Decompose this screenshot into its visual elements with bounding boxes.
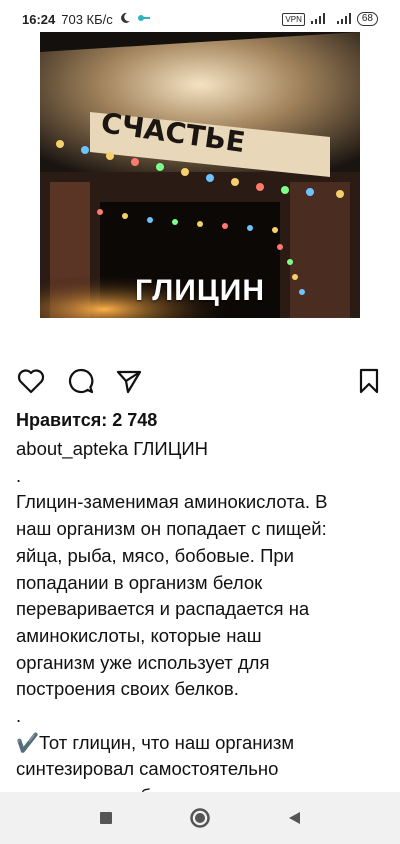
battery-indicator: 68 xyxy=(356,12,378,26)
triangle-icon[interactable] xyxy=(282,806,306,830)
signal-4g-icon xyxy=(333,12,351,27)
caption-line: . xyxy=(16,464,22,486)
post-caption: about_apteka ГЛИЦИН . Глицин-заменимая а… xyxy=(16,436,386,810)
username-link[interactable]: about_apteka xyxy=(16,438,128,459)
signal-icon xyxy=(310,12,327,27)
caption-header: about_apteka ГЛИЦИН xyxy=(16,436,386,463)
bookmark-icon[interactable] xyxy=(354,366,384,396)
send-icon[interactable] xyxy=(114,366,144,396)
comment-icon[interactable] xyxy=(66,366,96,396)
caption-line: аминокислоты, которые наш xyxy=(16,624,262,646)
caption-line: . xyxy=(16,705,22,727)
heart-icon[interactable] xyxy=(16,366,46,396)
caption-line: синтезировал самостоятельно xyxy=(16,758,279,780)
network-speed: 703 КБ/с xyxy=(61,11,113,27)
square-icon[interactable] xyxy=(94,806,118,830)
caption-line: Глицин-заменимая аминокислота. В xyxy=(16,491,328,513)
status-right: VPN 68 xyxy=(282,12,378,27)
caption-line: ✔️Тот глицин, что наш организм xyxy=(16,731,295,753)
system-nav-bar xyxy=(0,792,400,844)
caption-line: переваривается и распадается на xyxy=(16,598,310,620)
post-actions xyxy=(0,366,400,400)
image-overlay-title: ГЛИЦИН xyxy=(134,274,265,307)
caption-line: наш организм он попадает с пищей: xyxy=(16,518,327,540)
clock: 16:24 xyxy=(22,11,56,27)
caption-line: попадании в организм белок xyxy=(16,571,263,593)
post-image[interactable]: СЧАСТЬЕ ГЛИЦИН xyxy=(40,32,360,318)
status-left: 16:24 703 КБ/с xyxy=(22,12,151,27)
caption-line: построения своих белков. xyxy=(16,678,239,700)
caption-line: яйца, рыба, мясо, бобовые. При xyxy=(16,544,294,566)
key-icon xyxy=(137,12,151,27)
moon-icon xyxy=(119,12,131,27)
caption-line: организм уже использует для xyxy=(16,651,270,673)
vpn-badge: VPN xyxy=(282,12,305,26)
circle-icon[interactable] xyxy=(188,806,212,830)
caption-title: ГЛИЦИН xyxy=(133,438,209,459)
likes-count[interactable]: Нравится: 2 748 xyxy=(16,410,157,431)
